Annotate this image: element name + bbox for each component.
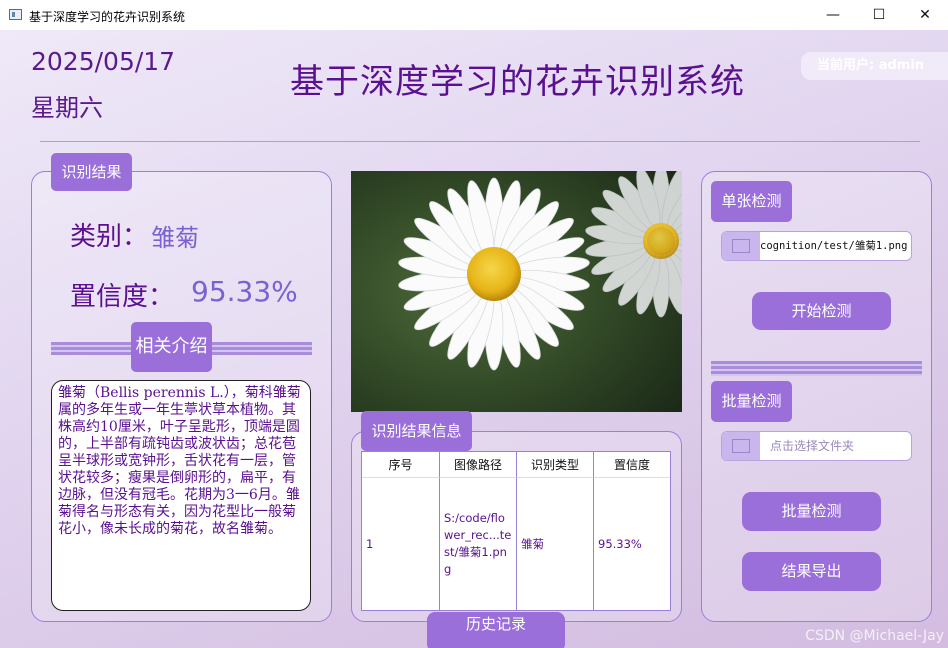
app-title: 基于深度学习的花卉识别系统: [290, 62, 745, 102]
result-tag: 识别结果: [51, 153, 132, 191]
column-header[interactable]: 图像路径: [440, 452, 517, 478]
header-divider: [40, 141, 920, 142]
minimize-button[interactable]: —: [810, 0, 856, 30]
window-title: 基于深度学习的花卉识别系统: [29, 10, 186, 24]
folder-icon[interactable]: [722, 432, 760, 460]
app-icon: [9, 9, 22, 20]
batch-detect-button[interactable]: 批量检测: [742, 492, 881, 531]
column-header[interactable]: 置信度: [594, 452, 670, 478]
table-cell[interactable]: 雏菊: [517, 478, 594, 610]
maximize-button[interactable]: ☐: [856, 0, 902, 30]
intro-tag: 相关介绍: [131, 322, 212, 372]
confidence-label: 置信度：: [70, 282, 175, 312]
flower-image: [351, 171, 682, 412]
single-file-path: cognition/test/雏菊1.png: [760, 240, 908, 252]
table-cell[interactable]: 95.33%: [594, 478, 670, 610]
column-header[interactable]: 序号: [362, 452, 440, 478]
close-button[interactable]: ✕: [902, 0, 948, 30]
start-detect-button[interactable]: 开始检测: [752, 292, 891, 330]
flower-description: 雏菊（Bellis perennis L.），菊科雏菊属的多年生或一年生葶状草本…: [51, 380, 311, 611]
category-label: 类别：: [70, 222, 149, 252]
info-tag: 识别结果信息: [361, 411, 472, 451]
image-file-icon[interactable]: [722, 232, 760, 260]
export-results-button[interactable]: 结果导出: [742, 552, 881, 591]
date-label: 2025/05/17: [31, 47, 176, 76]
watermark: CSDN @Michael-Jay: [805, 628, 944, 644]
weekday-label: 星期六: [31, 94, 103, 122]
daisy-image: [351, 171, 682, 412]
app-window: 2025/05/17 星期六 基于深度学习的花卉识别系统 当前用户: admin…: [0, 30, 948, 648]
folder-input[interactable]: 点击选择文件夹: [721, 431, 912, 461]
history-tab[interactable]: 历史记录: [427, 612, 565, 648]
single-detect-tag: 单张检测: [711, 181, 792, 222]
current-user-badge: 当前用户: admin: [801, 52, 948, 80]
right-divider: [711, 361, 922, 376]
category-value: 雏菊: [151, 224, 199, 252]
confidence-value: 95.33%: [191, 275, 298, 308]
table-cell[interactable]: S:/code/flower_rec...test/雏菊1.png: [440, 478, 517, 610]
folder-placeholder: 点击选择文件夹: [770, 439, 855, 453]
window-titlebar: 基于深度学习的花卉识别系统 — ☐ ✕: [0, 0, 948, 30]
batch-detect-tag: 批量检测: [711, 381, 792, 422]
column-header[interactable]: 识别类型: [517, 452, 594, 478]
result-table: 序号 图像路径 识别类型 置信度 1 S:/code/flower_rec...…: [361, 451, 671, 611]
single-file-input[interactable]: cognition/test/雏菊1.png: [721, 231, 912, 261]
table-cell[interactable]: 1: [362, 478, 440, 610]
